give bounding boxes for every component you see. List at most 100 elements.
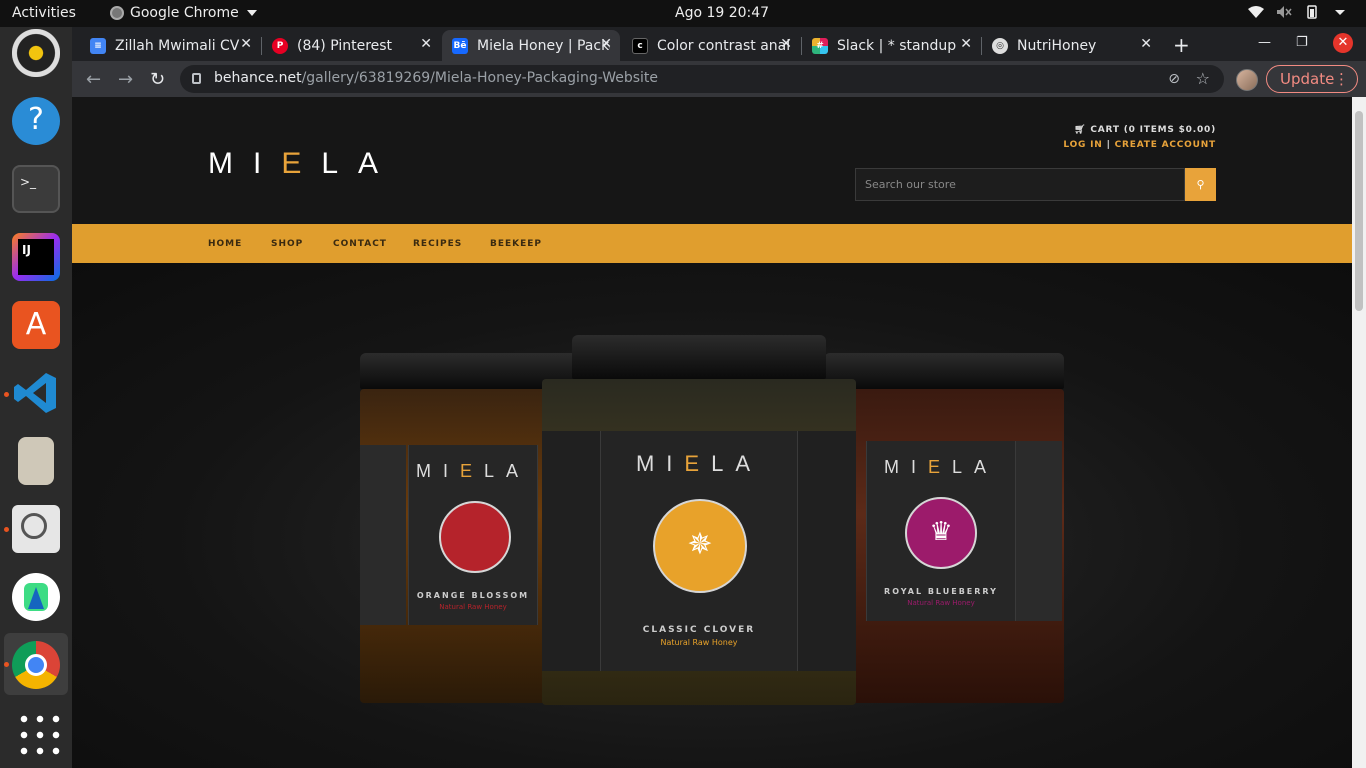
- classic-clover-emblem: ✵: [653, 499, 747, 593]
- jar-brand: MIELA: [883, 457, 999, 477]
- chrome-icon: [110, 6, 124, 20]
- store-search-input[interactable]: Search our store: [855, 168, 1185, 201]
- site-nav: HOME SHOP CONTACT RECIPES BEEKEEP: [72, 224, 1352, 263]
- nav-home[interactable]: HOME: [208, 239, 242, 249]
- running-indicator: [4, 392, 9, 397]
- wifi-icon: [1248, 6, 1264, 18]
- tab-miela-honey[interactable]: Bē Miela Honey | Packaging ✕: [442, 30, 620, 61]
- url-domain: behance.net: [214, 70, 302, 86]
- tab-zillah-cv[interactable]: ≡ Zillah Mwimali CV ✕: [80, 30, 260, 61]
- activities-button[interactable]: Activities: [12, 5, 76, 21]
- dock: ? >_ IJ A: [0, 27, 72, 768]
- close-icon[interactable]: ✕: [780, 36, 792, 52]
- tab-slack[interactable]: # Slack | * standup ✕: [802, 30, 980, 61]
- search-button[interactable]: ⚲: [1185, 168, 1216, 201]
- jar-label: MIELA ✵ CLASSIC CLOVER Natural Raw Honey: [600, 431, 798, 671]
- jar-lid: [824, 353, 1064, 389]
- app-menu[interactable]: Google Chrome: [110, 5, 257, 21]
- back-arrow-icon[interactable]: ←: [86, 69, 101, 90]
- jar-lid: [572, 335, 826, 379]
- chrome-icon[interactable]: [12, 641, 60, 689]
- update-button[interactable]: Update ⋮: [1266, 65, 1358, 93]
- royal-blueberry-emblem: ♛: [905, 497, 977, 569]
- intellij-icon[interactable]: IJ: [12, 233, 60, 281]
- running-indicator: [4, 662, 9, 667]
- new-tab-button[interactable]: +: [1173, 33, 1190, 57]
- login-link[interactable]: LOG IN: [1063, 140, 1102, 150]
- jar-subtitle: Natural Raw Honey: [907, 599, 975, 607]
- bookmark-star-icon[interactable]: ☆: [1196, 69, 1210, 88]
- profile-avatar[interactable]: [1236, 69, 1258, 91]
- minimize-button[interactable]: —: [1258, 35, 1271, 50]
- jar-side-panel: [542, 431, 600, 671]
- update-label: Update: [1280, 70, 1335, 88]
- create-account-link[interactable]: CREATE ACCOUNT: [1115, 140, 1216, 150]
- jar-side-panel: [360, 445, 406, 625]
- browser-toolbar: ← → ↻ behance.net/gallery/63819269/Miela…: [72, 61, 1366, 97]
- honey-jar-right: MIELA ♛ ROYAL BLUEBERRY Natural Raw Hone…: [824, 353, 1064, 703]
- archive-icon[interactable]: [18, 437, 54, 485]
- nav-recipes[interactable]: RECIPES: [413, 239, 462, 249]
- close-icon[interactable]: ✕: [420, 36, 432, 52]
- scrollbar-thumb[interactable]: [1355, 111, 1363, 311]
- address-bar[interactable]: behance.net/gallery/63819269/Miela-Honey…: [180, 65, 1224, 93]
- nav-shop[interactable]: SHOP: [271, 239, 303, 249]
- system-top-bar: Activities Google Chrome Ago 19 20:47: [0, 0, 1366, 27]
- restore-button[interactable]: ❐: [1296, 35, 1308, 50]
- cart-label: CART (0 ITEMS $0.00): [1090, 125, 1216, 135]
- nav-beekeep[interactable]: BEEKEEP: [490, 239, 542, 249]
- close-icon[interactable]: ✕: [600, 36, 612, 52]
- kebab-menu-icon[interactable]: ⋮: [1334, 66, 1349, 92]
- eye-slash-icon[interactable]: ⊘: [1168, 71, 1180, 87]
- chevron-down-icon: [1335, 10, 1345, 15]
- close-icon[interactable]: ✕: [960, 36, 972, 52]
- close-icon[interactable]: ✕: [1140, 36, 1152, 52]
- cart-icon: 🛒︎: [1074, 125, 1091, 135]
- tab-title: Color contrast analyzer: [657, 37, 790, 54]
- link-separator: |: [1106, 140, 1111, 150]
- battery-icon: [1307, 5, 1317, 19]
- contrast-icon: c: [632, 37, 648, 54]
- running-indicator: [4, 527, 9, 532]
- help-icon[interactable]: ?: [12, 97, 60, 145]
- app-grid-icon[interactable]: [16, 711, 64, 759]
- tab-pinterest[interactable]: P (84) Pinterest ✕: [262, 30, 440, 61]
- terminal-icon[interactable]: >_: [12, 165, 60, 213]
- jar-variety: ROYAL BLUEBERRY: [884, 587, 998, 596]
- nav-contact[interactable]: CONTACT: [333, 239, 387, 249]
- system-tray[interactable]: [1248, 5, 1348, 19]
- cart-link[interactable]: 🛒︎ CART (0 ITEMS $0.00): [1074, 125, 1216, 135]
- globe-icon: ◎: [992, 37, 1008, 54]
- chevron-down-icon: [246, 10, 257, 16]
- docs-icon: ≡: [90, 37, 106, 54]
- url-path: /gallery/63819269/Miela-Honey-Packaging-…: [301, 70, 659, 86]
- android-studio-icon[interactable]: [12, 573, 60, 621]
- forward-arrow-icon[interactable]: →: [118, 69, 133, 90]
- reload-icon[interactable]: ↻: [150, 69, 165, 90]
- orange-blossom-emblem: [439, 501, 511, 573]
- app-center-icon[interactable]: A: [12, 301, 60, 349]
- site-header: MIELA 🛒︎ CART (0 ITEMS $0.00) LOG IN | C…: [72, 97, 1352, 224]
- close-icon[interactable]: ✕: [240, 36, 252, 52]
- tab-title: (84) Pinterest: [297, 37, 393, 54]
- site-logo[interactable]: MIELA: [208, 147, 398, 181]
- volume-muted-icon: [1277, 6, 1292, 18]
- tab-strip: ≡ Zillah Mwimali CV ✕ P (84) Pinterest ✕…: [72, 27, 1366, 61]
- tab-title: Slack | * standup: [837, 37, 957, 54]
- window-close-button[interactable]: ✕: [1333, 33, 1353, 53]
- slack-icon: #: [812, 37, 828, 54]
- jar-brand: MIELA: [415, 461, 531, 481]
- page-scrollbar[interactable]: [1352, 97, 1366, 768]
- tab-color-contrast[interactable]: c Color contrast analyzer ✕: [622, 30, 800, 61]
- behance-icon: Bē: [452, 37, 468, 54]
- clock[interactable]: Ago 19 20:47: [675, 5, 769, 21]
- search-icon: ⚲: [1196, 178, 1205, 191]
- tab-nutrihoney[interactable]: ◎ NutriHoney ✕: [982, 30, 1160, 61]
- jar-variety: CLASSIC CLOVER: [642, 625, 756, 635]
- screenshot-icon[interactable]: [12, 505, 60, 553]
- jar-variety: ORANGE BLOSSOM: [416, 591, 530, 600]
- jar-subtitle: Natural Raw Honey: [439, 603, 507, 611]
- vscode-icon[interactable]: [12, 369, 60, 417]
- rhythmbox-icon[interactable]: [12, 29, 60, 77]
- url-text[interactable]: behance.net/gallery/63819269/Miela-Honey…: [214, 70, 658, 86]
